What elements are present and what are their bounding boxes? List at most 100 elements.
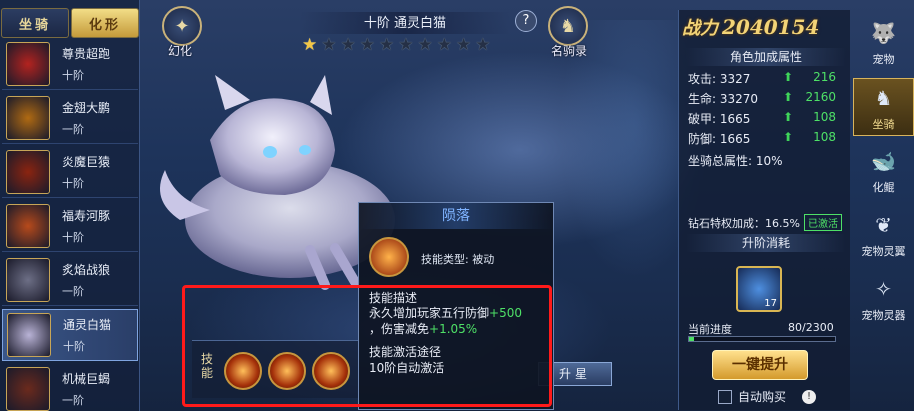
mount-title: 十阶 通灵白猫 — [300, 12, 510, 34]
attribute-value: 防御: 1665 — [688, 132, 751, 146]
activated-badge: 已激活 — [803, 214, 842, 231]
mount-thumbnail — [6, 41, 50, 86]
attribute-value: 攻击: 3327 — [688, 72, 751, 86]
progress-bar — [688, 336, 836, 342]
attribute-row: 破甲: 1665 ⬆ 108 — [688, 110, 840, 128]
star-empty-icon: ★ — [379, 35, 395, 55]
nav-item[interactable]: ♞ 坐骑 — [853, 78, 914, 136]
attribute-row: 防御: 1665 ⬆ 108 — [688, 130, 840, 148]
mount-list-item[interactable]: 机械巨蝎 一阶 — [2, 363, 138, 411]
nav-label: 宠物灵翼 — [861, 245, 906, 258]
increase-arrow-icon: ⬆ — [783, 70, 794, 84]
mount-tier: 十阶 — [62, 176, 84, 190]
mount-thumbnail — [6, 95, 50, 140]
total-attribute: 坐骑总属性: 10% — [688, 154, 783, 168]
auto-buy-checkbox[interactable] — [718, 389, 732, 404]
kun-icon: 🐋 — [871, 149, 896, 173]
mount-thumbnail — [6, 149, 50, 194]
pet-icon: 🐺 — [871, 21, 896, 45]
transform-button[interactable]: ✦ — [162, 6, 202, 46]
star-empty-icon: ★ — [475, 35, 491, 55]
progress-fill — [689, 337, 695, 341]
star-empty-icon: ★ — [436, 35, 452, 55]
mount-name: 机械巨蝎 — [62, 371, 111, 386]
collection-label: 名驹录 — [551, 44, 588, 58]
mount-name: 炙焰战狼 — [62, 262, 111, 277]
auto-buy-label: 自动购买 — [738, 390, 787, 404]
diamond-privilege: 钻石特权加成：16.5% 已激活 — [688, 214, 842, 231]
mount-list-item[interactable]: 金翅大鹏 一阶 — [2, 92, 138, 144]
star-empty-icon: ★ — [359, 35, 375, 55]
mount-tier: 十阶 — [63, 340, 85, 353]
attribute-increase: 108 — [813, 110, 836, 124]
upgrade-item-slot[interactable]: 17 — [736, 266, 782, 312]
nav-item[interactable]: 🐋 化鲲 — [853, 142, 914, 200]
nav-label: 宠物灵器 — [861, 309, 906, 322]
increase-arrow-icon: ⬆ — [783, 130, 794, 144]
skill-name: 陨落 — [359, 203, 553, 229]
nav-label: 化鲲 — [872, 181, 895, 194]
star-empty-icon: ★ — [417, 35, 433, 55]
attribute-increase: 2160 — [805, 90, 836, 104]
skill-icon — [369, 237, 409, 277]
star-filled-icon: ★ — [302, 35, 318, 55]
artifact-icon: ✧ — [875, 277, 892, 301]
combat-power: 战力 2040154 — [682, 14, 819, 40]
tab-mount[interactable]: 坐骑 — [1, 8, 69, 38]
highlight-frame — [182, 285, 552, 407]
mount-name: 福寿河豚 — [62, 208, 111, 223]
mount-tier: 十阶 — [62, 68, 84, 82]
nav-label: 宠物 — [872, 53, 895, 66]
mount-name: 通灵白猫 — [63, 318, 112, 332]
auto-buy: 自动购买 ! — [718, 388, 817, 405]
mount-thumbnail — [6, 203, 50, 248]
mount-name: 炎魔巨猿 — [62, 154, 111, 169]
attribute-value: 破甲: 1665 — [688, 112, 751, 126]
tab-transform[interactable]: 化形 — [71, 8, 139, 38]
mount-list-item[interactable]: 通灵白猫 十阶 — [2, 309, 138, 361]
horse-book-icon: ♞ — [559, 15, 577, 37]
progress-label: 当前进度 — [688, 323, 732, 336]
attribute-increase: 108 — [813, 130, 836, 144]
nav-item[interactable]: ✧ 宠物灵器 — [853, 270, 914, 328]
mount-list-item[interactable]: 炎魔巨猿 十阶 — [2, 146, 138, 198]
star-empty-icon: ★ — [340, 35, 356, 55]
item-count: 17 — [764, 298, 777, 309]
attribute-row: 攻击: 3327 ⬆ 216 — [688, 70, 840, 88]
one-click-upgrade-button[interactable]: 一键提升 — [712, 350, 808, 380]
power-value: 2040154 — [722, 15, 820, 39]
mount-tier: 一阶 — [62, 393, 84, 407]
attribute-increase: 216 — [813, 70, 836, 84]
mount-thumbnail — [6, 366, 50, 411]
mount-thumbnail — [7, 313, 51, 357]
nav-label: 坐骑 — [872, 118, 895, 131]
star-empty-icon: ★ — [321, 35, 337, 55]
mount-tier: 一阶 — [62, 122, 84, 136]
star-rating: ★ ★ ★ ★ ★ ★ ★ ★ ★ ★ — [302, 36, 491, 54]
collection-button[interactable]: ♞ — [548, 6, 588, 46]
transform-icon: ✦ — [174, 15, 190, 37]
mount-list-item[interactable]: 尊贵超跑 十阶 — [2, 38, 138, 90]
info-icon[interactable]: ! — [802, 389, 817, 404]
attributes-title: 角色加成属性 — [686, 48, 846, 66]
mount-list-item[interactable]: 炙焰战狼 一阶 — [2, 254, 138, 306]
transform-label: 幻化 — [168, 44, 193, 58]
attribute-row: 生命: 33270 ⬆ 2160 — [688, 90, 840, 108]
attribute-value: 生命: 33270 — [688, 92, 759, 106]
mount-icon: ♞ — [874, 86, 893, 110]
skill-type: 技能类型: 被动 — [421, 253, 495, 266]
nav-item[interactable]: ❦ 宠物灵翼 — [853, 206, 914, 264]
help-button[interactable]: ? — [515, 10, 537, 32]
mount-tier: 十阶 — [62, 230, 84, 244]
mount-name: 金翅大鹏 — [62, 100, 111, 115]
upgrade-cost-title: 升阶消耗 — [686, 234, 846, 252]
mount-list-panel: 坐骑 化形 尊贵超跑 十阶 金翅大鹏 一阶 炎魔巨猿 十阶 福寿河豚 十阶 炙焰战狼 一阶 通灵白猫… — [0, 0, 140, 411]
power-label: 战力 — [682, 18, 718, 39]
mount-thumbnail — [6, 257, 50, 302]
increase-arrow-icon: ⬆ — [783, 110, 794, 124]
progress-value: 80/2300 — [788, 321, 834, 334]
star-empty-icon: ★ — [398, 35, 414, 55]
mount-name: 尊贵超跑 — [62, 46, 111, 61]
nav-item[interactable]: 🐺 宠物 — [853, 14, 914, 72]
mount-list-item[interactable]: 福寿河豚 十阶 — [2, 200, 138, 252]
